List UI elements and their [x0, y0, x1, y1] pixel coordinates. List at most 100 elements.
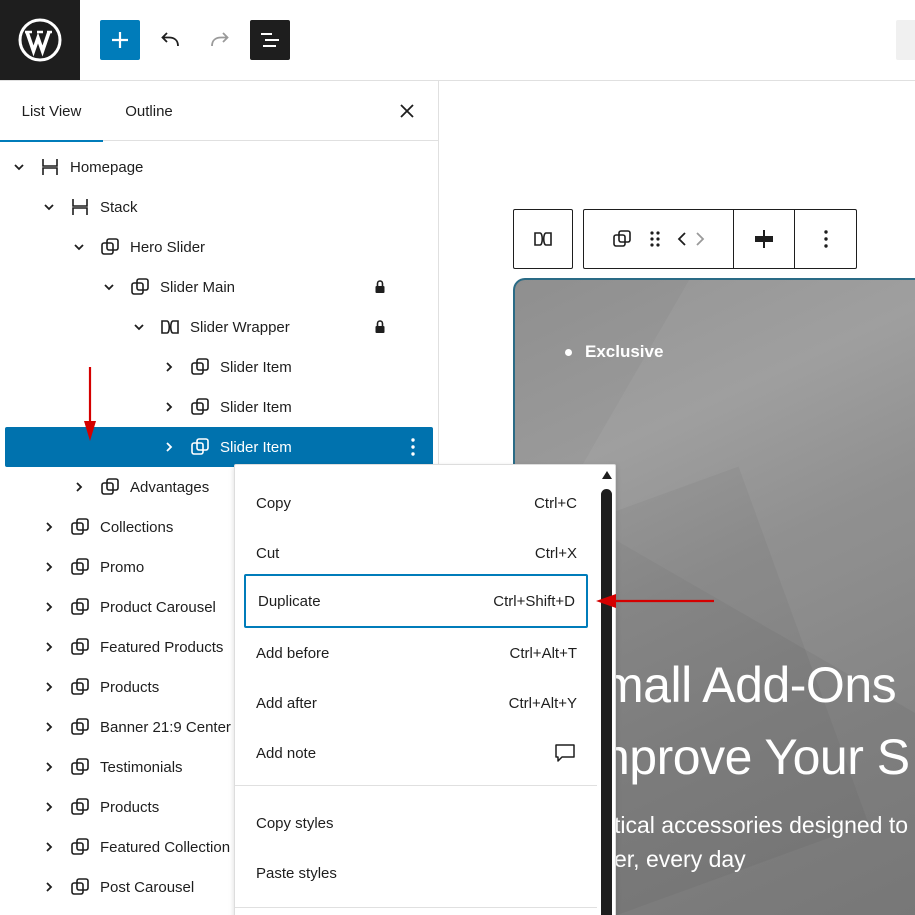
tree-row-label: Hero Slider	[130, 238, 206, 256]
menu-item-add-after[interactable]: Add after Ctrl+Alt+Y	[244, 678, 588, 728]
hero-badge: Exclusive	[565, 342, 663, 362]
menu-item-shortcut: Ctrl+X	[534, 544, 577, 562]
tree-row[interactable]: Slider Main	[5, 267, 433, 307]
chevron-right-icon[interactable]	[43, 827, 55, 867]
block-toolbar-parent	[513, 209, 573, 269]
wordpress-logo-icon[interactable]	[0, 0, 80, 80]
group-icon	[71, 558, 89, 575]
move-right-icon[interactable]	[693, 228, 707, 250]
hero-heading-line-1[interactable]: mall Add-Ons	[602, 660, 897, 710]
tree-row-label: Testimonials	[100, 758, 183, 776]
select-parent-button[interactable]	[514, 210, 572, 268]
row-options-button[interactable]	[403, 435, 423, 459]
group-icon	[131, 278, 149, 295]
chevron-right-icon[interactable]	[43, 667, 55, 707]
chevron-right-icon[interactable]	[163, 427, 175, 467]
close-panel-button[interactable]	[392, 96, 422, 126]
menu-item-copy-styles[interactable]: Copy styles	[244, 798, 588, 848]
tree-row[interactable]: Hero Slider	[5, 227, 433, 267]
menu-item-label: Duplicate	[258, 592, 321, 610]
menu-item-copy[interactable]: Copy Ctrl+C	[244, 478, 588, 528]
chevron-right-icon[interactable]	[43, 587, 55, 627]
chevron-down-icon[interactable]	[73, 227, 85, 267]
group-icon	[101, 478, 119, 495]
menu-item-shortcut: Ctrl+Shift+D	[493, 592, 575, 610]
align-button[interactable]	[734, 210, 795, 268]
lock-icon	[375, 320, 385, 333]
chevron-down-icon[interactable]	[133, 307, 145, 347]
group-icon	[101, 238, 119, 255]
more-vertical-icon	[823, 230, 828, 248]
tree-row-label: Slider Item	[220, 358, 292, 376]
tree-row[interactable]: Stack	[5, 187, 433, 227]
chevron-right-icon[interactable]	[43, 707, 55, 747]
scrollbar-thumb[interactable]	[601, 489, 612, 915]
chevron-right-icon[interactable]	[43, 627, 55, 667]
tree-row-label: Banner 21:9 Center	[100, 718, 231, 736]
bullet-dot	[565, 348, 572, 356]
chevron-down-icon[interactable]	[13, 147, 25, 187]
tree-row-label: Collections	[100, 518, 174, 536]
chevron-right-icon[interactable]	[163, 387, 175, 427]
menu-item-shortcut: Ctrl+Alt+Y	[508, 694, 577, 712]
comment-icon	[555, 744, 575, 762]
menu-item-shortcut: Ctrl+Alt+T	[509, 644, 577, 662]
menu-item-add-note[interactable]: Add note	[244, 728, 588, 778]
tree-row-label: Stack	[100, 198, 138, 216]
tree-row[interactable]: Slider Item	[5, 387, 433, 427]
chevron-right-icon[interactable]	[73, 467, 85, 507]
redo-button[interactable]	[200, 20, 240, 60]
menu-item-paste-styles[interactable]: Paste styles	[244, 848, 588, 898]
chevron-right-icon[interactable]	[163, 347, 175, 387]
menu-item-label: Paste styles	[256, 864, 337, 882]
tree-row[interactable]: Slider Item	[5, 347, 433, 387]
move-left-icon[interactable]	[675, 228, 689, 250]
menu-item-label: Copy	[256, 494, 292, 512]
undo-button[interactable]	[150, 20, 190, 60]
tab-outline[interactable]: Outline	[103, 81, 195, 141]
hero-heading-line-2[interactable]: nprove Your S	[602, 732, 910, 782]
group-icon	[71, 678, 89, 695]
undo-icon	[161, 32, 179, 47]
list-view-toggle-button[interactable]	[250, 20, 290, 60]
editor-top-toolbar	[0, 0, 915, 81]
tree-row[interactable]: Slider Wrapper	[5, 307, 433, 347]
tree-row-label: Featured Products	[100, 638, 224, 656]
chevron-right-icon[interactable]	[43, 747, 55, 787]
justify-center-icon	[755, 230, 773, 248]
tree-row-selected[interactable]: Slider Item	[5, 427, 433, 467]
more-vertical-icon	[411, 438, 415, 456]
drag-handle-icon[interactable]	[649, 228, 661, 250]
menu-scrollbar[interactable]	[601, 471, 613, 915]
group-icon	[71, 838, 89, 855]
group-icon	[71, 798, 89, 815]
stack-icon	[72, 199, 88, 215]
chevron-right-icon[interactable]	[43, 867, 55, 907]
chevron-right-icon[interactable]	[43, 787, 55, 827]
scroll-up-arrow-icon[interactable]	[602, 471, 612, 479]
chevron-down-icon[interactable]	[43, 187, 55, 227]
block-options-menu: Copy Ctrl+C Cut Ctrl+X Duplicate Ctrl+Sh…	[234, 464, 616, 915]
tree-row[interactable]: Homepage	[5, 147, 433, 187]
menu-item-add-before[interactable]: Add before Ctrl+Alt+T	[244, 628, 588, 678]
hero-subtitle-line-1[interactable]: tical accessories designed to	[614, 812, 908, 839]
slider-wrapper-icon	[161, 320, 179, 334]
group-icon	[71, 878, 89, 895]
block-toolbar	[583, 209, 857, 269]
slider-item-icon[interactable]	[611, 228, 633, 250]
group-icon	[191, 358, 209, 375]
menu-item-duplicate[interactable]: Duplicate Ctrl+Shift+D	[244, 574, 588, 628]
block-options-button[interactable]	[795, 210, 856, 268]
tab-list-view[interactable]: List View	[0, 81, 103, 142]
menu-item-cut[interactable]: Cut Ctrl+X	[244, 528, 588, 578]
chevron-down-icon[interactable]	[103, 267, 115, 307]
group-icon	[191, 398, 209, 415]
hero-badge-text: Exclusive	[585, 342, 664, 361]
tree-row-label: Advantages	[130, 478, 210, 496]
chevron-right-icon[interactable]	[43, 507, 55, 547]
menu-separator	[235, 785, 597, 786]
settings-button-partial[interactable]	[896, 20, 915, 60]
chevron-right-icon[interactable]	[43, 547, 55, 587]
hero-subtitle-line-2[interactable]: er, every day	[614, 846, 746, 873]
add-block-button[interactable]	[100, 20, 140, 60]
